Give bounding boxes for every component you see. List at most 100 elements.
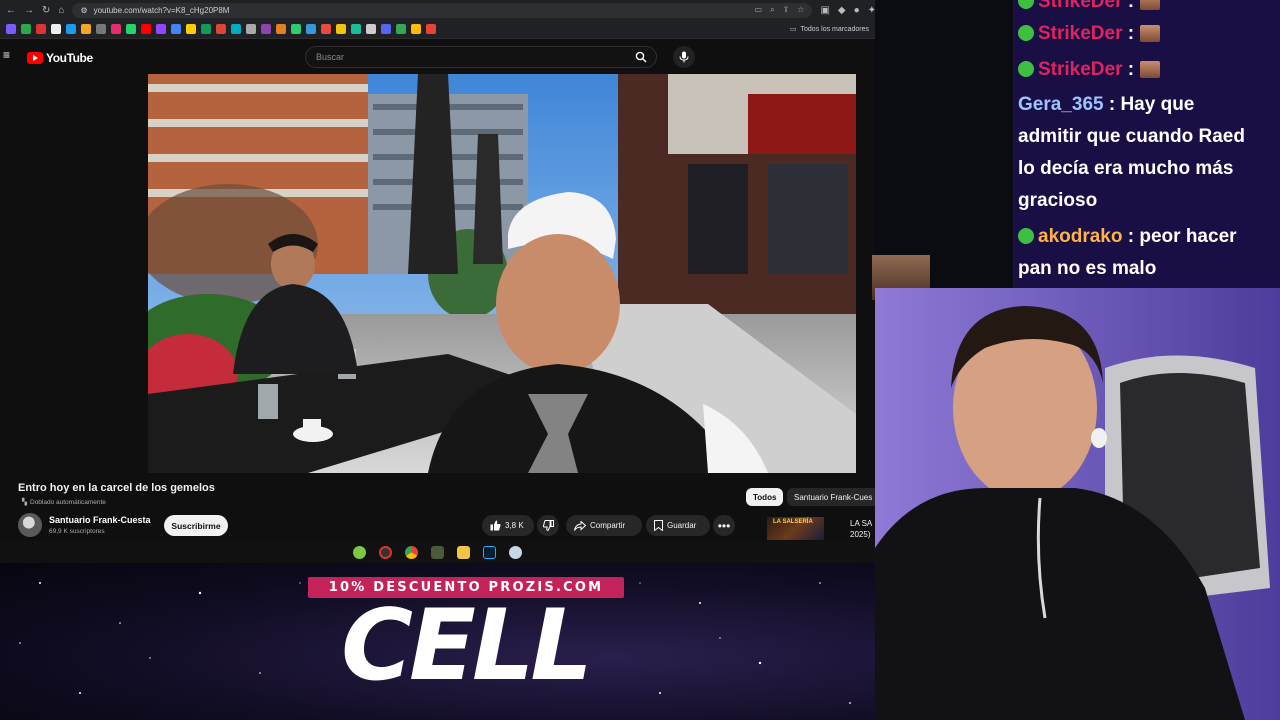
chat-badge-icon bbox=[1018, 0, 1034, 9]
bookmark-icon[interactable] bbox=[51, 24, 61, 34]
app-icon[interactable] bbox=[379, 545, 392, 559]
chat-text: : bbox=[1127, 23, 1135, 44]
folder-icon[interactable] bbox=[457, 545, 470, 559]
forward-icon[interactable]: → bbox=[24, 4, 34, 16]
save-button[interactable]: Guardar bbox=[646, 515, 710, 536]
thumbs-up-icon bbox=[490, 520, 501, 531]
bookmark-icon[interactable] bbox=[216, 24, 226, 34]
app-icon[interactable] bbox=[509, 545, 522, 559]
chat-message: StrikeDer : bbox=[1018, 0, 1161, 18]
bookmark-icon[interactable] bbox=[231, 24, 241, 34]
bookmark-icon[interactable] bbox=[411, 24, 421, 34]
bookmark-icon[interactable] bbox=[201, 24, 211, 34]
all-bookmarks-button[interactable]: ▭ Todos los marcadores bbox=[790, 25, 869, 34]
search-placeholder: Buscar bbox=[316, 52, 345, 62]
share-page-icon[interactable]: ⇪ bbox=[783, 5, 790, 15]
address-bar[interactable]: ⚙ youtube.com/watch?v=K8_cHg20P8M ▭ ⌕ ⇪ … bbox=[72, 2, 813, 18]
dub-icon: ▚ bbox=[22, 499, 27, 506]
bookmark-icon[interactable] bbox=[306, 24, 316, 34]
bookmark-icon[interactable] bbox=[261, 24, 271, 34]
bookmark-icon[interactable] bbox=[321, 24, 331, 34]
streamer-webcam bbox=[875, 288, 1280, 720]
share-label: Compartir bbox=[590, 521, 626, 530]
zoom-icon[interactable]: ⌕ bbox=[770, 5, 774, 15]
share-button[interactable]: Compartir bbox=[566, 515, 642, 536]
extension-icon[interactable]: ◆ bbox=[838, 4, 846, 16]
sponsor-logo: CELL bbox=[341, 589, 593, 703]
bookmark-icon[interactable] bbox=[186, 24, 196, 34]
search-icon bbox=[635, 51, 647, 63]
bookmark-icon[interactable] bbox=[96, 24, 106, 34]
bookmark-icon[interactable] bbox=[366, 24, 376, 34]
search-input[interactable]: Buscar bbox=[305, 46, 657, 68]
bookmark-icon[interactable] bbox=[336, 24, 346, 34]
chat-username: Gera_365 bbox=[1018, 94, 1104, 115]
search-button[interactable] bbox=[626, 47, 656, 67]
chat-username: StrikeDer bbox=[1038, 59, 1123, 80]
recommended-thumb-text: LA SALSERÍA bbox=[773, 519, 813, 525]
voice-search-button[interactable] bbox=[673, 46, 695, 68]
chat-message: StrikeDer : bbox=[1018, 18, 1161, 50]
profile-icon[interactable]: ● bbox=[854, 4, 860, 16]
chat-text: : peor hacer bbox=[1127, 226, 1237, 247]
like-button[interactable]: 3,8 K bbox=[482, 515, 534, 536]
more-actions-button[interactable]: ••• bbox=[713, 515, 735, 536]
chat-message: akodrako : peor hacer bbox=[1018, 221, 1237, 253]
bookmark-icon[interactable] bbox=[81, 24, 91, 34]
video-player[interactable] bbox=[148, 74, 856, 473]
chrome-icon[interactable] bbox=[405, 545, 418, 559]
youtube-logo-text: YouTube bbox=[46, 51, 93, 65]
bookmark-icon[interactable] bbox=[396, 24, 406, 34]
chat-text: lo decía era mucho más bbox=[1018, 158, 1234, 179]
bookmark-icon[interactable] bbox=[156, 24, 166, 34]
bookmark-icon[interactable] bbox=[351, 24, 361, 34]
bookmark-icon[interactable] bbox=[36, 24, 46, 34]
bookmark-icon[interactable] bbox=[426, 24, 436, 34]
hamburger-menu-icon[interactable]: ≡ bbox=[3, 49, 13, 61]
recommended-thumbnail[interactable]: LA SALSERÍA bbox=[767, 517, 824, 540]
bookmark-icon[interactable] bbox=[6, 24, 16, 34]
app-icon[interactable] bbox=[431, 545, 444, 559]
subscribe-button[interactable]: Suscribirme bbox=[164, 515, 228, 536]
bookmark-icon[interactable] bbox=[246, 24, 256, 34]
chat-badge-icon bbox=[1018, 61, 1034, 77]
chat-message: StrikeDer : bbox=[1018, 54, 1161, 86]
chat-text: admitir que cuando Raed bbox=[1018, 126, 1245, 147]
chat-username: StrikeDer bbox=[1038, 0, 1123, 12]
chat-emote-icon bbox=[1140, 25, 1161, 42]
channel-avatar[interactable] bbox=[18, 513, 42, 537]
bookmark-icon[interactable] bbox=[111, 24, 121, 34]
youtube-header: ≡ YouTube Buscar bbox=[0, 40, 875, 74]
app-icon[interactable] bbox=[353, 545, 366, 559]
bookmark-icon[interactable] bbox=[291, 24, 301, 34]
browser-toolbar: ← → ↻ ⌂ ⚙ youtube.com/watch?v=K8_cHg20P8… bbox=[0, 0, 875, 20]
site-info-icon[interactable]: ⚙ bbox=[80, 6, 87, 15]
recommended-title[interactable]: LA SA 2025) bbox=[850, 518, 872, 540]
bookmark-save-icon bbox=[654, 520, 663, 531]
chip-all[interactable]: Todos bbox=[746, 488, 784, 506]
extensions-puzzle-icon[interactable]: ✦ bbox=[868, 4, 875, 16]
bookmark-icon[interactable] bbox=[66, 24, 76, 34]
dislike-button[interactable] bbox=[537, 515, 559, 536]
bookmark-icon[interactable] bbox=[171, 24, 181, 34]
chip-channel[interactable]: Santuario Frank-Cues bbox=[787, 488, 875, 506]
taskbar bbox=[0, 541, 875, 563]
cast-icon[interactable]: ▭ bbox=[755, 5, 763, 15]
channel-name[interactable]: Santuario Frank-Cuesta bbox=[49, 515, 151, 525]
video-frame-illustration bbox=[148, 74, 856, 473]
youtube-logo[interactable]: YouTube bbox=[27, 51, 93, 65]
photoshop-icon[interactable] bbox=[483, 545, 496, 559]
bookmark-star-icon[interactable]: ☆ bbox=[797, 5, 804, 15]
chat-text: : bbox=[1127, 59, 1135, 80]
bookmark-icon[interactable] bbox=[126, 24, 136, 34]
extension-icon[interactable]: ▣ bbox=[820, 4, 829, 16]
reload-icon[interactable]: ↻ bbox=[42, 4, 50, 16]
webcam-illustration bbox=[875, 288, 1280, 720]
chat-message: Gera_365 : Hay que bbox=[1018, 89, 1194, 121]
bookmark-icon[interactable] bbox=[21, 24, 31, 34]
bookmark-icon[interactable] bbox=[381, 24, 391, 34]
back-icon[interactable]: ← bbox=[6, 4, 16, 16]
home-icon[interactable]: ⌂ bbox=[58, 4, 64, 16]
bookmark-icon[interactable] bbox=[276, 24, 286, 34]
bookmark-icon[interactable] bbox=[141, 24, 151, 34]
